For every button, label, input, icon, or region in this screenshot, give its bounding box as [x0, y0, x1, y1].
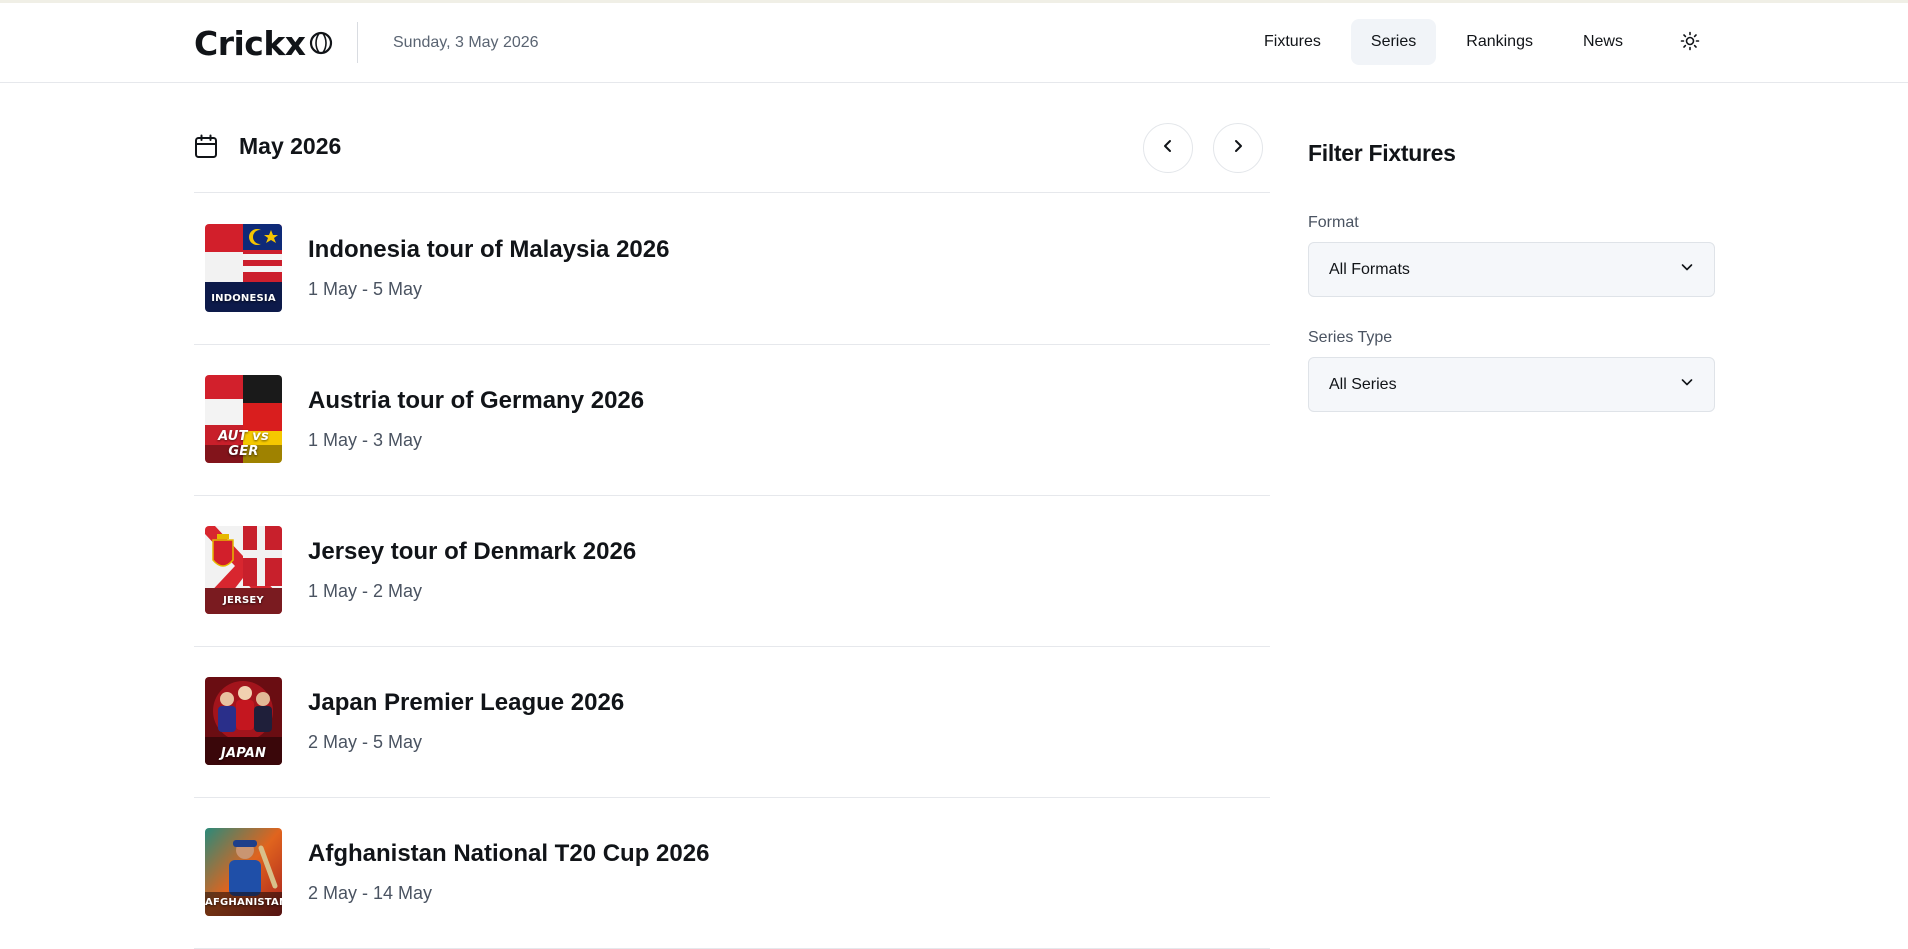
series-type-label: Series Type [1308, 329, 1393, 346]
chevron-down-icon [1680, 260, 1694, 279]
chevron-right-icon [1230, 138, 1246, 159]
series-type-select-value: All Series [1329, 375, 1397, 393]
series-item[interactable]: JAPAN Japan Premier League 2026 2 May - … [194, 647, 1270, 798]
logo-text: Crickx [194, 23, 306, 63]
series-type-filter: Series Type All Series [1308, 329, 1715, 412]
series-title: Afghanistan National T20 Cup 2026 [308, 840, 710, 867]
series-thumbnail: AUT vs GER [205, 375, 282, 463]
series-item[interactable]: INDONESIA Indonesia tour of Malaysia 202… [194, 194, 1270, 345]
series-title: Indonesia tour of Malaysia 2026 [308, 236, 670, 263]
series-list: INDONESIA Indonesia tour of Malaysia 202… [194, 194, 1270, 949]
thumbnail-label: AUT vs GER [218, 429, 269, 459]
chevron-left-icon [1160, 138, 1176, 159]
cricket-ball-icon [309, 31, 333, 55]
series-title: Jersey tour of Denmark 2026 [308, 538, 637, 565]
nav-rankings[interactable]: Rankings [1446, 19, 1553, 65]
series-thumbnail: AFGHANISTAN [205, 828, 282, 916]
series-dates: 1 May - 3 May [308, 430, 423, 450]
series-title: Japan Premier League 2026 [308, 689, 625, 716]
nav-fixtures[interactable]: Fixtures [1244, 19, 1341, 65]
previous-month-button[interactable] [1143, 123, 1193, 173]
main-nav: Fixtures Series Rankings News [1244, 19, 1653, 65]
filter-panel-title: Filter Fixtures [1308, 140, 1456, 166]
month-header: May 2026 [194, 120, 1270, 193]
series-type-select[interactable]: All Series [1308, 357, 1715, 412]
format-filter: Format All Formats [1308, 214, 1715, 297]
thumbnail-label: AFGHANISTAN [205, 897, 282, 908]
series-dates: 1 May - 5 May [308, 279, 423, 299]
series-dates: 1 May - 2 May [308, 581, 423, 601]
chevron-down-icon [1680, 375, 1694, 394]
thumbnail-label: INDONESIA [211, 293, 276, 304]
series-item[interactable]: AUT vs GER Austria tour of Germany 2026 … [194, 345, 1270, 496]
logo[interactable]: Crickx [194, 21, 333, 65]
series-thumbnail: INDONESIA [205, 224, 282, 312]
series-dates: 2 May - 14 May [308, 883, 433, 903]
header-divider [357, 22, 358, 63]
next-month-button[interactable] [1213, 123, 1263, 173]
current-date: Sunday, 3 May 2026 [393, 34, 539, 51]
format-select-value: All Formats [1329, 260, 1410, 278]
theme-toggle-button[interactable] [1677, 30, 1703, 56]
series-item[interactable]: JERSEY Jersey tour of Denmark 2026 1 May… [194, 496, 1270, 647]
series-item[interactable]: AFGHANISTAN Afghanistan National T20 Cup… [194, 798, 1270, 949]
calendar-icon [194, 134, 218, 165]
thumbnail-label: JAPAN [220, 746, 267, 761]
series-thumbnail: JAPAN [205, 677, 282, 765]
thumbnail-label: JERSEY [223, 595, 264, 606]
month-title: May 2026 [239, 133, 342, 159]
nav-news[interactable]: News [1563, 19, 1643, 65]
series-dates: 2 May - 5 May [308, 732, 423, 752]
filter-panel: Filter Fixtures Format All Formats Serie… [1308, 140, 1715, 412]
series-thumbnail: JERSEY [205, 526, 282, 614]
sun-icon [1680, 31, 1700, 56]
site-header: Crickx Sunday, 3 May 2026 Fixtures Serie… [0, 3, 1908, 83]
series-title: Austria tour of Germany 2026 [308, 387, 645, 414]
format-label: Format [1308, 214, 1359, 231]
format-select[interactable]: All Formats [1308, 242, 1715, 297]
nav-series[interactable]: Series [1350, 19, 1437, 65]
